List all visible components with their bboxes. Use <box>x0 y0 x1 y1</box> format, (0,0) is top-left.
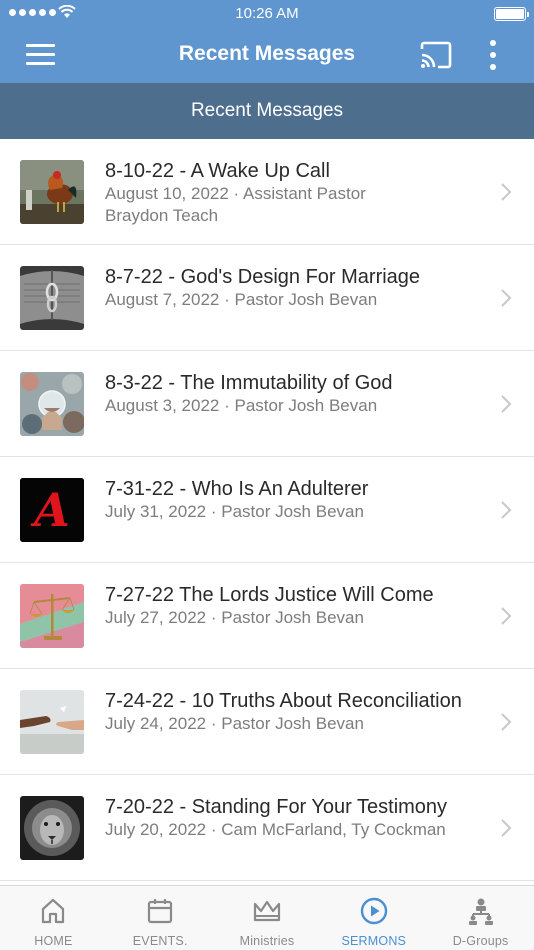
message-meta-continued: Braydon Teach <box>105 206 219 225</box>
tab-d-groups[interactable]: D-Groups <box>427 886 534 950</box>
tab-events[interactable]: EVENTS. <box>107 886 214 950</box>
tab-ministries[interactable]: Ministries <box>214 886 321 950</box>
crystal-ball-thumbnail <box>20 372 84 436</box>
tab-label: HOME <box>34 934 73 948</box>
message-meta: July 31, 2022 · Pastor Josh Bevan <box>105 502 364 521</box>
message-meta: July 27, 2022 · Pastor Josh Bevan <box>105 608 364 627</box>
chevron-right-icon <box>501 183 512 201</box>
status-bar: 10:26 AM <box>0 0 534 28</box>
section-header: Recent Messages <box>0 83 534 139</box>
lion-thumbnail <box>20 796 84 860</box>
message-row[interactable]: 8-3-22 - The Immutability of God August … <box>0 351 534 457</box>
message-row[interactable]: 8-10-22 - A Wake Up Call August 10, 2022… <box>0 139 534 245</box>
message-row[interactable]: 8-7-22 - God's Design For Marriage Augus… <box>0 245 534 351</box>
message-meta: August 10, 2022 · Assistant Pastor <box>105 184 366 203</box>
tab-label: D-Groups <box>452 934 509 948</box>
letter-a-thumbnail: A <box>20 478 84 542</box>
message-title: 7-24-22 - 10 Truths About Reconciliation <box>105 690 462 712</box>
hands-thumbnail <box>20 690 84 754</box>
play-circle-icon <box>360 897 387 925</box>
more-options-icon[interactable] <box>484 40 502 70</box>
chevron-right-icon <box>501 819 512 837</box>
message-title: 8-10-22 - A Wake Up Call <box>105 160 330 182</box>
message-title: 7-27-22 The Lords Justice Will Come <box>105 584 434 606</box>
chevron-right-icon <box>501 289 512 307</box>
message-row[interactable]: 7-20-22 - Standing For Your Testimony Ju… <box>0 775 534 881</box>
message-row[interactable]: 7-27-22 The Lords Justice Will Come July… <box>0 563 534 669</box>
rings-bible-thumbnail <box>20 266 84 330</box>
letter-a-glyph: A <box>30 483 70 537</box>
message-title: 8-3-22 - The Immutability of God <box>105 372 393 394</box>
calendar-icon <box>148 899 173 924</box>
bottom-tab-bar: HOME EVENTS. Ministries SERMONS D-Groups <box>0 885 534 950</box>
tab-home[interactable]: HOME <box>0 886 107 950</box>
page-title: Recent Messages <box>178 42 356 65</box>
message-title: 7-31-22 - Who Is An Adulterer <box>105 478 369 500</box>
messages-list[interactable]: 8-10-22 - A Wake Up Call August 10, 2022… <box>0 139 534 885</box>
message-row[interactable]: A 7-31-22 - Who Is An Adulterer July 31,… <box>0 457 534 563</box>
cast-icon[interactable] <box>420 41 452 69</box>
tab-label: SERMONS <box>341 934 407 948</box>
crown-icon <box>253 900 281 922</box>
status-time: 10:26 AM <box>235 5 299 22</box>
message-title: 8-7-22 - God's Design For Marriage <box>105 266 421 288</box>
chevron-right-icon <box>501 607 512 625</box>
org-chart-icon <box>468 898 493 925</box>
message-meta: July 24, 2022 · Pastor Josh Bevan <box>105 714 364 733</box>
scales-thumbnail <box>20 584 84 648</box>
rooster-thumbnail <box>20 160 84 224</box>
message-title: 7-20-22 - Standing For Your Testimony <box>105 796 448 818</box>
home-icon <box>42 898 65 924</box>
tab-label: Ministries <box>239 934 295 948</box>
message-meta: August 7, 2022 · Pastor Josh Bevan <box>105 290 378 309</box>
tab-sermons[interactable]: SERMONS <box>320 886 427 950</box>
message-meta: July 20, 2022 · Cam McFarland, Ty Cockma… <box>105 820 446 839</box>
battery-icon <box>494 7 529 21</box>
message-meta: August 3, 2022 · Pastor Josh Bevan <box>105 396 378 415</box>
chevron-right-icon <box>501 713 512 731</box>
tab-label: EVENTS. <box>132 934 188 948</box>
message-row[interactable]: 7-24-22 - 10 Truths About Reconciliation… <box>0 669 534 775</box>
app-bar: Recent Messages <box>0 28 534 83</box>
chevron-right-icon <box>501 395 512 413</box>
chevron-right-icon <box>501 501 512 519</box>
